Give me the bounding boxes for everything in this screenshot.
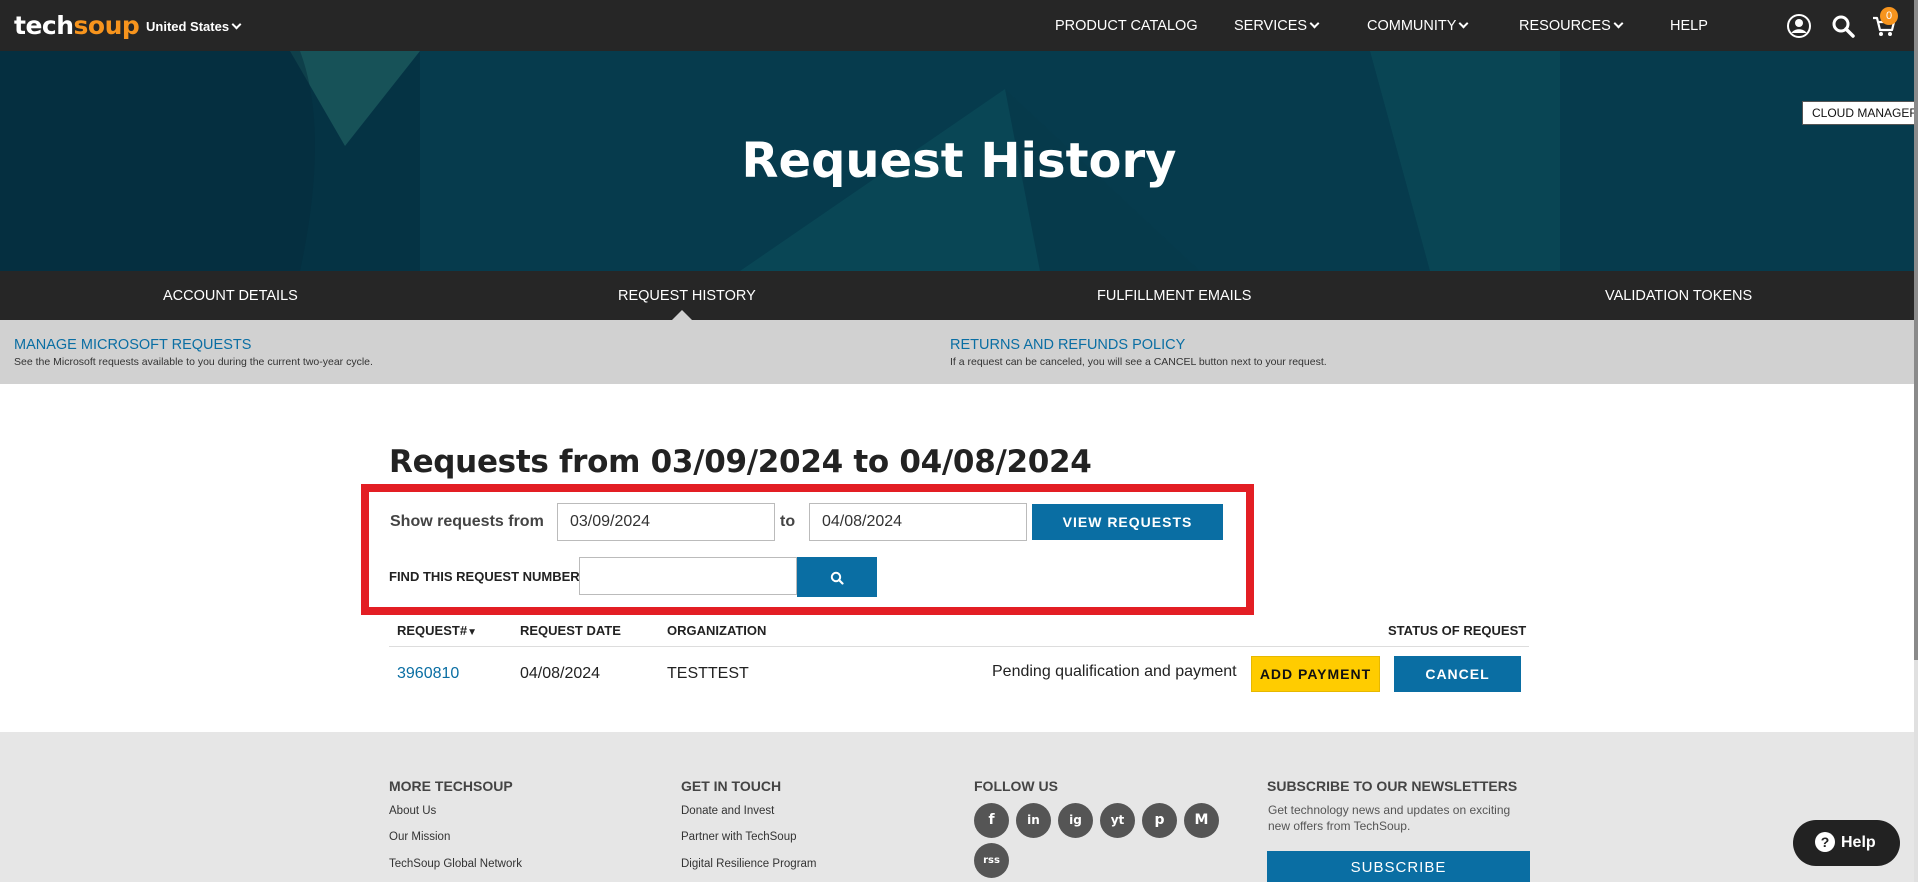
- find-request-number-label: FIND THIS REQUEST NUMBER: [389, 569, 580, 584]
- nav-product-catalog[interactable]: PRODUCT CATALOG: [1055, 18, 1198, 34]
- cloud-manager-button[interactable]: CLOUD MANAGER: [1802, 101, 1918, 125]
- search-icon: [830, 571, 844, 585]
- chevron-down-icon: [231, 19, 242, 30]
- nav-label: COMMUNITY: [1367, 18, 1457, 34]
- account-tabs: ACCOUNT DETAILS REQUEST HISTORY FULFILLM…: [0, 271, 1918, 320]
- nav-community[interactable]: COMMUNITY: [1367, 18, 1469, 34]
- nav-label: PRODUCT CATALOG: [1055, 18, 1198, 34]
- footer-link-global-network[interactable]: TechSoup Global Network: [389, 858, 522, 870]
- nav-services[interactable]: SERVICES: [1234, 18, 1320, 34]
- footer-link-our-mission[interactable]: Our Mission: [389, 831, 450, 843]
- header-request-number[interactable]: REQUEST#▼: [397, 623, 477, 638]
- returns-refunds-policy-link[interactable]: RETURNS AND REFUNDS POLICY: [950, 337, 1185, 353]
- manage-microsoft-requests-link[interactable]: MANAGE MICROSOFT REQUESTS: [14, 337, 251, 353]
- youtube-icon[interactable]: yt: [1100, 803, 1135, 838]
- returns-refunds-description: If a request can be canceled, you will s…: [950, 356, 1327, 368]
- footer-newsletter-heading: SUBSCRIBE TO OUR NEWSLETTERS: [1267, 778, 1518, 794]
- subscribe-button[interactable]: SUBSCRIBE: [1267, 851, 1530, 882]
- help-widget-button[interactable]: ? Help: [1793, 820, 1900, 866]
- header-request-date: REQUEST DATE: [520, 623, 621, 638]
- search-icon[interactable]: [1830, 13, 1856, 39]
- country-selector[interactable]: United States: [146, 19, 242, 34]
- show-requests-from-label: Show requests from: [390, 513, 544, 530]
- find-request-search-button[interactable]: [797, 557, 877, 597]
- hero-banner: Request History: [0, 51, 1918, 271]
- footer-follow-us-heading: FOLLOW US: [974, 778, 1058, 794]
- help-label: Help: [1841, 834, 1876, 851]
- request-date: 04/08/2024: [520, 665, 601, 682]
- organization-name: TESTTEST: [667, 665, 749, 682]
- to-date-input[interactable]: [809, 503, 1027, 541]
- chevron-down-icon: [1458, 18, 1469, 29]
- chevron-down-icon: [1309, 18, 1320, 29]
- from-date-input[interactable]: [557, 503, 775, 541]
- footer-link-partner[interactable]: Partner with TechSoup: [681, 831, 797, 843]
- logo-soup-text: soup: [73, 11, 140, 40]
- tab-validation-tokens[interactable]: VALIDATION TOKENS: [1605, 288, 1752, 304]
- techsoup-logo[interactable]: techsoup: [14, 11, 140, 40]
- manage-microsoft-description: See the Microsoft requests available to …: [14, 356, 373, 368]
- scrollbar-thumb[interactable]: [1914, 0, 1918, 660]
- linkedin-icon[interactable]: in: [1016, 803, 1051, 838]
- tab-account-details[interactable]: ACCOUNT DETAILS: [163, 288, 298, 304]
- logo-tech-text: tech: [14, 11, 74, 40]
- request-number-input[interactable]: [579, 557, 797, 595]
- footer-more-techsoup-heading: MORE TECHSOUP: [389, 778, 513, 794]
- nav-label: HELP: [1670, 18, 1708, 34]
- info-bar: MANAGE MICROSOFT REQUESTS See the Micros…: [0, 320, 1918, 384]
- chevron-down-icon: [1613, 18, 1624, 29]
- tab-request-history[interactable]: REQUEST HISTORY: [618, 288, 756, 304]
- rss-icon[interactable]: rss: [974, 843, 1009, 878]
- request-number-link[interactable]: 3960810: [397, 665, 459, 683]
- tab-fulfillment-emails[interactable]: FULFILLMENT EMAILS: [1097, 288, 1251, 304]
- footer-link-digital-resilience[interactable]: Digital Resilience Program: [681, 858, 817, 870]
- footer-get-in-touch-heading: GET IN TOUCH: [681, 778, 782, 794]
- add-payment-button[interactable]: ADD PAYMENT: [1251, 656, 1380, 692]
- header-status: STATUS OF REQUEST: [1388, 623, 1527, 638]
- user-icon[interactable]: [1786, 13, 1812, 39]
- footer-link-donate[interactable]: Donate and Invest: [681, 805, 774, 817]
- nav-help[interactable]: HELP: [1670, 18, 1708, 34]
- request-status: Pending qualification and payment: [992, 663, 1237, 680]
- pinterest-icon[interactable]: p: [1142, 803, 1177, 838]
- table-divider: [389, 646, 1529, 647]
- view-requests-button[interactable]: VIEW REQUESTS: [1032, 504, 1223, 540]
- help-question-icon: ?: [1815, 832, 1835, 852]
- top-navigation: techsoup United States PRODUCT CATALOG S…: [0, 0, 1918, 51]
- facebook-icon[interactable]: f: [974, 803, 1009, 838]
- sort-down-icon: ▼: [467, 627, 477, 638]
- nav-resources[interactable]: RESOURCES: [1519, 18, 1624, 34]
- instagram-icon[interactable]: ig: [1058, 803, 1093, 838]
- country-label: United States: [146, 19, 230, 34]
- page-title: Request History: [741, 133, 1177, 189]
- footer-link-about-us[interactable]: About Us: [389, 805, 436, 817]
- cancel-request-button[interactable]: CANCEL: [1394, 656, 1521, 692]
- nav-label: RESOURCES: [1519, 18, 1611, 34]
- requests-range-heading: Requests from 03/09/2024 to 04/08/2024: [389, 444, 1092, 480]
- to-label: to: [780, 513, 796, 530]
- footer-newsletter-text: Get technology news and updates on excit…: [1268, 803, 1511, 833]
- header-organization: ORGANIZATION: [667, 623, 767, 638]
- nav-label: SERVICES: [1234, 18, 1308, 34]
- cart-count-badge: 0: [1880, 7, 1898, 25]
- medium-icon[interactable]: M: [1184, 803, 1219, 838]
- active-tab-indicator: [672, 310, 692, 320]
- footer: [0, 732, 1918, 882]
- header-label: REQUEST#: [397, 623, 468, 638]
